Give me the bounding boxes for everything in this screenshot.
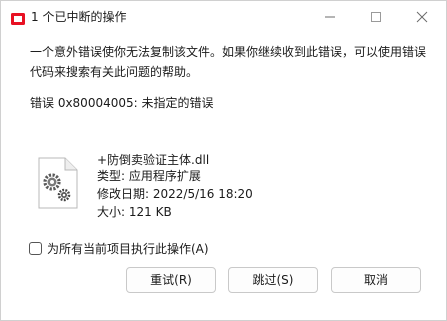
- checkbox-label: 为所有当前项目执行此操作(A): [47, 242, 209, 256]
- settings-file-icon: [37, 157, 79, 209]
- file-modified-date: 修改日期: 2022/5/16 18:20: [97, 187, 253, 201]
- retry-button[interactable]: 重试(R): [126, 267, 216, 293]
- error-message: 一个意外错误使你无法复制该文件。如果你继续收到此错误，可以使用错误代码来搜索有关…: [30, 45, 427, 79]
- maximize-button[interactable]: [353, 1, 399, 32]
- stop-icon: [11, 10, 25, 25]
- maximize-icon: [371, 12, 381, 22]
- checkbox-box[interactable]: [29, 242, 42, 255]
- file-size: 大小: 121 KB: [97, 205, 172, 219]
- skip-button[interactable]: 跳过(S): [228, 267, 318, 293]
- dialog-footer: [1, 305, 446, 320]
- cancel-button[interactable]: 取消: [331, 267, 421, 293]
- minimize-icon: [325, 16, 335, 18]
- close-button[interactable]: [399, 1, 445, 32]
- title-bar: 1 个已中断的操作: [1, 1, 446, 32]
- file-type: 类型: 应用程序扩展: [97, 169, 201, 183]
- minimize-button[interactable]: [307, 1, 353, 32]
- window-title: 1 个已中断的操作: [31, 10, 127, 24]
- close-icon: [416, 11, 428, 23]
- error-code: 错误 0x80004005: 未指定的错误: [30, 96, 214, 110]
- error-dialog: 1 个已中断的操作 一个意外错误使你无法复制该文件。如果你继续收到此错误，可以使…: [0, 0, 447, 321]
